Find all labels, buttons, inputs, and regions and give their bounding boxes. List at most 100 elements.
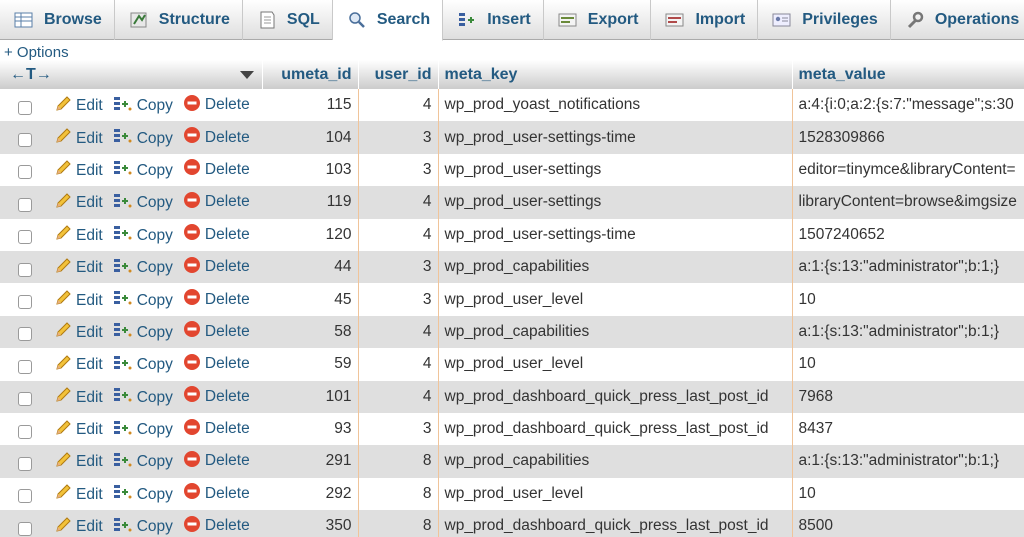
cell-meta-key[interactable]: wp_prod_user_level <box>438 283 793 316</box>
cell-user-id[interactable]: 4 <box>358 315 439 349</box>
row-checkbox[interactable] <box>18 424 32 439</box>
row-checkbox[interactable] <box>18 294 32 309</box>
table-row[interactable]: Edit Copy Delete 103 3 wp_prod_user-settings e… <box>0 153 1024 187</box>
table-row[interactable]: Edit Copy Delete 45 3 wp_prod_user_level 10 <box>0 283 1024 316</box>
delete-link[interactable]: Delete <box>183 256 250 279</box>
edit-link[interactable]: Edit <box>54 387 103 408</box>
cell-meta-value[interactable]: 10 <box>792 348 1024 381</box>
tab-export[interactable]: Export <box>544 0 652 40</box>
edit-link[interactable]: Edit <box>54 160 103 181</box>
cell-meta-key[interactable]: wp_prod_dashboard_quick_press_last_post_… <box>438 412 793 446</box>
copy-link[interactable]: Copy <box>113 290 173 311</box>
cell-meta-value[interactable]: libraryContent=browse&imgsize <box>792 186 1024 219</box>
cell-meta-key[interactable]: wp_prod_user_level <box>438 477 793 511</box>
tab-browse[interactable]: Browse <box>0 0 115 40</box>
copy-link[interactable]: Copy <box>113 225 173 246</box>
delete-link[interactable]: Delete <box>183 158 250 181</box>
cell-user-id[interactable]: 4 <box>358 380 439 413</box>
cell-umeta-id[interactable]: 119 <box>262 186 359 219</box>
tab-sql[interactable]: SQL <box>243 0 333 40</box>
cell-umeta-id[interactable]: 120 <box>262 218 359 251</box>
cell-user-id[interactable]: 8 <box>358 477 439 511</box>
copy-link[interactable]: Copy <box>113 258 173 279</box>
cell-umeta-id[interactable]: 59 <box>262 348 359 381</box>
cell-user-id[interactable]: 4 <box>358 186 439 219</box>
tab-operations[interactable]: Operations <box>891 0 1024 40</box>
cell-meta-value[interactable]: 10 <box>792 283 1024 316</box>
cell-meta-value[interactable]: 7968 <box>792 380 1024 413</box>
header-meta-key[interactable]: meta_key <box>438 60 793 89</box>
edit-link[interactable]: Edit <box>54 257 103 279</box>
copy-link[interactable]: Copy <box>113 96 173 117</box>
cell-meta-value[interactable]: a:1:{s:13:"administrator";b:1;} <box>792 250 1024 284</box>
cell-umeta-id[interactable]: 101 <box>262 380 359 413</box>
row-checkbox[interactable] <box>18 197 32 212</box>
tab-insert[interactable]: Insert <box>443 0 544 40</box>
cell-meta-value[interactable]: 8437 <box>792 412 1024 446</box>
cell-meta-key[interactable]: wp_prod_user-settings <box>438 186 793 219</box>
cell-user-id[interactable]: 8 <box>358 445 439 478</box>
cell-meta-key[interactable]: wp_prod_dashboard_quick_press_last_post_… <box>438 510 793 537</box>
cell-meta-key[interactable]: wp_prod_yoast_notifications <box>438 89 793 122</box>
cell-meta-value[interactable]: editor=tinymce&libraryContent= <box>792 153 1024 187</box>
table-row[interactable]: Edit Copy Delete 119 4 wp_prod_user-settings l… <box>0 186 1024 219</box>
delete-link[interactable]: Delete <box>183 482 250 505</box>
cell-umeta-id[interactable]: 44 <box>262 250 359 284</box>
cell-meta-value[interactable]: a:4:{i:0;a:2:{s:7:"message";s:30 <box>792 89 1024 122</box>
row-checkbox[interactable] <box>18 165 32 180</box>
cell-user-id[interactable]: 4 <box>358 348 439 381</box>
edit-link[interactable]: Edit <box>54 225 103 246</box>
table-row[interactable]: Edit Copy Delete 120 4 wp_prod_user-settings-… <box>0 218 1024 251</box>
cell-user-id[interactable]: 3 <box>358 250 439 284</box>
tab-import[interactable]: Import <box>651 0 759 40</box>
cell-user-id[interactable]: 3 <box>358 121 439 154</box>
copy-link[interactable]: Copy <box>113 128 173 149</box>
cell-user-id[interactable]: 3 <box>358 283 439 316</box>
cell-meta-value[interactable]: 8500 <box>792 510 1024 537</box>
cell-meta-key[interactable]: wp_prod_user-settings-time <box>438 218 793 251</box>
tab-search[interactable]: Search <box>332 0 444 41</box>
edit-link[interactable]: Edit <box>54 452 103 473</box>
copy-link[interactable]: Copy <box>113 517 173 537</box>
row-checkbox[interactable] <box>18 230 32 245</box>
row-checkbox[interactable] <box>18 456 32 471</box>
copy-link[interactable]: Copy <box>113 355 173 376</box>
tab-structure[interactable]: Structure <box>115 0 243 40</box>
copy-link[interactable]: Copy <box>113 193 173 214</box>
table-row[interactable]: Edit Copy Delete 44 3 wp_prod_capabilities a:1… <box>0 250 1024 284</box>
cell-user-id[interactable]: 4 <box>358 218 439 251</box>
cell-umeta-id[interactable]: 292 <box>262 477 359 511</box>
cell-meta-key[interactable]: wp_prod_dashboard_quick_press_last_post_… <box>438 380 793 413</box>
copy-link[interactable]: Copy <box>113 452 173 473</box>
table-row[interactable]: Edit Copy Delete 93 3 wp_prod_dashboard_quick… <box>0 412 1024 446</box>
cell-meta-value[interactable]: 1507240652 <box>792 218 1024 251</box>
header-user-id[interactable]: user_id <box>358 60 439 89</box>
table-row[interactable]: Edit Copy Delete 350 8 wp_prod_dashboard_quic… <box>0 510 1024 537</box>
chevron-down-icon[interactable] <box>240 70 254 79</box>
copy-link[interactable]: Copy <box>113 420 173 441</box>
cell-umeta-id[interactable]: 104 <box>262 121 359 154</box>
copy-link[interactable]: Copy <box>113 484 173 505</box>
delete-link[interactable]: Delete <box>183 126 250 149</box>
copy-link[interactable]: Copy <box>113 387 173 408</box>
cell-meta-value[interactable]: 10 <box>792 477 1024 511</box>
row-checkbox[interactable] <box>18 521 32 536</box>
edit-link[interactable]: Edit <box>54 517 103 537</box>
edit-link[interactable]: Edit <box>54 95 103 117</box>
cell-umeta-id[interactable]: 350 <box>262 510 359 537</box>
cell-meta-key[interactable]: wp_prod_capabilities <box>438 315 793 349</box>
cell-user-id[interactable]: 3 <box>358 153 439 187</box>
delete-link[interactable]: Delete <box>183 94 250 117</box>
edit-link[interactable]: Edit <box>54 193 103 214</box>
cell-meta-key[interactable]: wp_prod_capabilities <box>438 250 793 284</box>
delete-link[interactable]: Delete <box>183 223 250 246</box>
header-meta-value[interactable]: meta_value <box>792 60 1024 89</box>
header-umeta-id[interactable]: umeta_id <box>262 60 359 89</box>
table-row[interactable]: Edit Copy Delete 59 4 wp_prod_user_level 10 <box>0 348 1024 381</box>
delete-link[interactable]: Delete <box>183 353 250 376</box>
row-checkbox[interactable] <box>18 489 32 504</box>
edit-link[interactable]: Edit <box>54 419 103 441</box>
table-row[interactable]: Edit Copy Delete 292 8 wp_prod_user_level 10 <box>0 477 1024 511</box>
cell-user-id[interactable]: 4 <box>358 89 439 122</box>
cell-user-id[interactable]: 3 <box>358 412 439 446</box>
